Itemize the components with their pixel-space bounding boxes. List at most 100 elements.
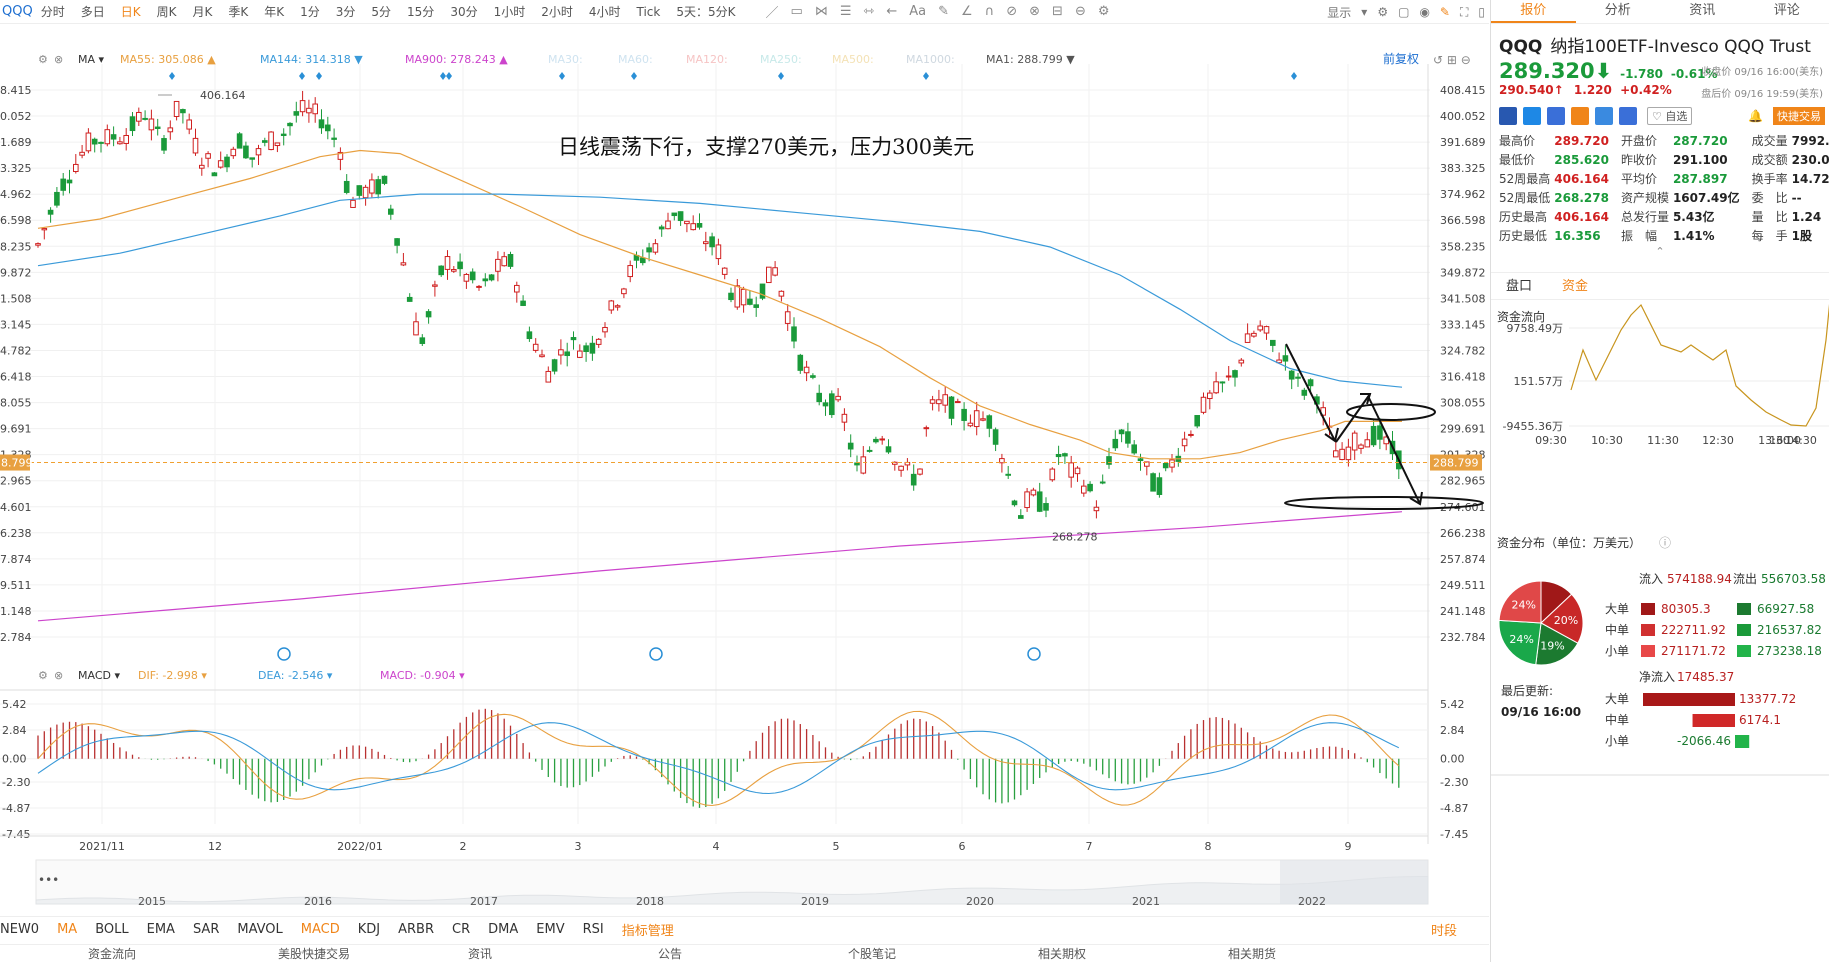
period-tab-13[interactable]: 2小时 — [541, 3, 573, 20]
ma-legend-item[interactable]: MA250: — [760, 53, 802, 66]
tool-icon-4[interactable]: ⇿ — [863, 4, 874, 19]
add-watchlist-button[interactable]: ♡ 自选 — [1647, 107, 1693, 125]
tool-icon-11[interactable]: ⊗ — [1029, 4, 1040, 19]
adjust-mode[interactable]: 前复权 — [1383, 51, 1419, 66]
session-button[interactable]: 时段 — [1431, 920, 1457, 939]
wave-icon[interactable] — [1571, 107, 1589, 125]
panel-tab-2[interactable]: 资讯 — [468, 945, 492, 962]
event-marker[interactable] — [316, 72, 322, 80]
symbol-label[interactable]: QQQ — [2, 4, 33, 19]
bell-icon[interactable]: 🔔 — [1748, 109, 1763, 123]
indicator-tab-指标管理[interactable]: 指标管理 — [622, 920, 674, 939]
close-icon[interactable]: ⊗ — [54, 669, 63, 682]
panel-tab-5[interactable]: 相关期权 — [1038, 945, 1086, 962]
tool-icon-8[interactable]: ∠ — [961, 4, 973, 19]
tool-icon-7[interactable]: ✎ — [938, 4, 949, 19]
layout-icon[interactable]: ▢ — [1398, 5, 1409, 19]
detail-tab-0[interactable]: 盘口 — [1491, 273, 1547, 299]
macd-legend-item[interactable]: DIF: -2.998 ▾ — [138, 669, 207, 682]
app-icon[interactable] — [1523, 107, 1541, 125]
indicator-tab-macd[interactable]: MACD — [301, 922, 340, 937]
macd-label[interactable]: MACD ▾ — [78, 669, 120, 682]
event-marker[interactable] — [778, 72, 784, 80]
period-tab-4[interactable]: 月K — [192, 3, 212, 20]
gear-icon[interactable]: ⚙ — [38, 53, 48, 66]
tool-icon-2[interactable]: ⋈ — [815, 4, 828, 19]
event-marker[interactable] — [440, 72, 446, 80]
tool-icon-14[interactable]: ⚙ — [1098, 4, 1110, 19]
ma-legend-item[interactable]: MA120: — [686, 53, 728, 66]
period-tab-1[interactable]: 多日 — [81, 3, 105, 20]
period-tab-9[interactable]: 5分 — [371, 3, 391, 20]
period-tab-15[interactable]: Tick — [637, 5, 661, 19]
indicator-tab-rsi[interactable]: RSI — [583, 922, 604, 937]
event-marker[interactable] — [923, 72, 929, 80]
tool-icon-10[interactable]: ⊘ — [1006, 4, 1017, 19]
period-tab-11[interactable]: 30分 — [450, 3, 477, 20]
ma-legend-item[interactable]: MA60: — [618, 53, 653, 66]
ma-legend-item[interactable]: MA55: 305.086 ▲ — [120, 53, 216, 66]
pencil-icon[interactable]: ✎ — [1440, 5, 1450, 19]
ma-legend-item[interactable]: MA1000: — [906, 53, 955, 66]
sidebar-tab-3[interactable]: 评论 — [1745, 0, 1829, 23]
period-tab-12[interactable]: 1小时 — [494, 3, 526, 20]
panel-tab-0[interactable]: 资金流向 — [88, 945, 136, 962]
period-tab-7[interactable]: 1分 — [300, 3, 320, 20]
period-tab-14[interactable]: 4小时 — [589, 3, 621, 20]
kline-chart-area[interactable]: 408.4158.415400.0520.052391.6891.689383.… — [0, 24, 1489, 916]
chat-icon[interactable] — [1595, 107, 1613, 125]
sidebar-tab-2[interactable]: 资讯 — [1660, 0, 1745, 23]
panel-tab-3[interactable]: 公告 — [658, 945, 682, 962]
indicator-tab-boll[interactable]: BOLL — [95, 922, 128, 937]
event-icon[interactable] — [1027, 647, 1041, 661]
ma-legend-item[interactable]: MA144: 314.318 ▼ — [260, 53, 363, 66]
tool-icon-9[interactable]: ∩ — [985, 4, 995, 19]
period-tab-8[interactable]: 3分 — [336, 3, 356, 20]
close-icon[interactable]: ⊗ — [54, 53, 63, 66]
panel-tab-6[interactable]: 相关期货 — [1228, 945, 1276, 962]
ma-legend-item[interactable]: MA1: 288.799 ▼ — [986, 53, 1075, 66]
period-tab-16[interactable]: 5天：5分K — [676, 3, 735, 20]
help-icon[interactable]: ⓘ — [1659, 536, 1671, 550]
collapse-icon[interactable]: ⌃ — [1491, 245, 1829, 258]
tool-icon-6[interactable]: Aa — [909, 4, 926, 19]
ma-label[interactable]: MA ▾ — [78, 53, 105, 66]
ma-legend-item[interactable]: MA900: 278.243 ▲ — [405, 53, 508, 66]
overview-navigator[interactable]: ••• 2015 2016 2017 2018 2019 2020 2021 2022 — [35, 859, 1429, 908]
indicator-tab-mavol[interactable]: MAVOL — [237, 922, 282, 937]
panel-tab-1[interactable]: 美股快捷交易 — [278, 945, 350, 962]
indicator-tab-arbr[interactable]: ARBR — [398, 922, 434, 937]
event-icon[interactable] — [277, 647, 291, 661]
detail-tab-1[interactable]: 资金 — [1547, 273, 1603, 299]
tool-icon-13[interactable]: ⊖ — [1075, 4, 1086, 19]
indicator-tab-cr[interactable]: CR — [452, 922, 470, 937]
sidebar-tab-1[interactable]: 分析 — [1576, 0, 1661, 23]
panel-tab-4[interactable]: 个股笔记 — [848, 945, 896, 962]
period-tab-10[interactable]: 15分 — [407, 3, 434, 20]
period-tab-5[interactable]: 季K — [228, 3, 248, 20]
period-tab-2[interactable]: 日K — [121, 3, 141, 20]
quick-trade-button[interactable]: 快捷交易 — [1773, 107, 1825, 125]
gear-icon[interactable]: ⚙ — [38, 669, 48, 682]
chevron-down-icon[interactable]: ▾ — [1361, 5, 1367, 19]
note-icon[interactable] — [1619, 107, 1637, 125]
indicator-tab-emv[interactable]: EMV — [536, 922, 564, 937]
tool-icon-3[interactable]: ☰ — [840, 4, 852, 19]
indicator-tab-kdj[interactable]: KDJ — [358, 922, 380, 937]
panel-toggle-icon[interactable]: ▯ — [1478, 5, 1485, 19]
indicator-tab-ema[interactable]: EMA — [147, 922, 175, 937]
camera-icon[interactable]: ◉ — [1419, 5, 1429, 19]
event-marker[interactable] — [1291, 72, 1297, 80]
event-marker[interactable] — [299, 72, 305, 80]
ma-legend-item[interactable]: MA30: — [548, 53, 583, 66]
indicator-tab-new0[interactable]: NEW0 — [0, 922, 39, 937]
period-tab-3[interactable]: 周K — [157, 3, 177, 20]
tool-icon-12[interactable]: ⊟ — [1052, 4, 1063, 19]
tool-icon-5[interactable]: ← — [886, 4, 897, 19]
indicator-tab-dma[interactable]: DMA — [488, 922, 518, 937]
macd-legend-item[interactable]: DEA: -2.546 ▾ — [258, 669, 333, 682]
event-marker[interactable] — [446, 72, 452, 80]
indicator-tab-ma[interactable]: MA — [57, 922, 77, 937]
macd-legend-item[interactable]: MACD: -0.904 ▾ — [380, 669, 465, 682]
gear-icon[interactable]: ⚙ — [1377, 5, 1388, 19]
